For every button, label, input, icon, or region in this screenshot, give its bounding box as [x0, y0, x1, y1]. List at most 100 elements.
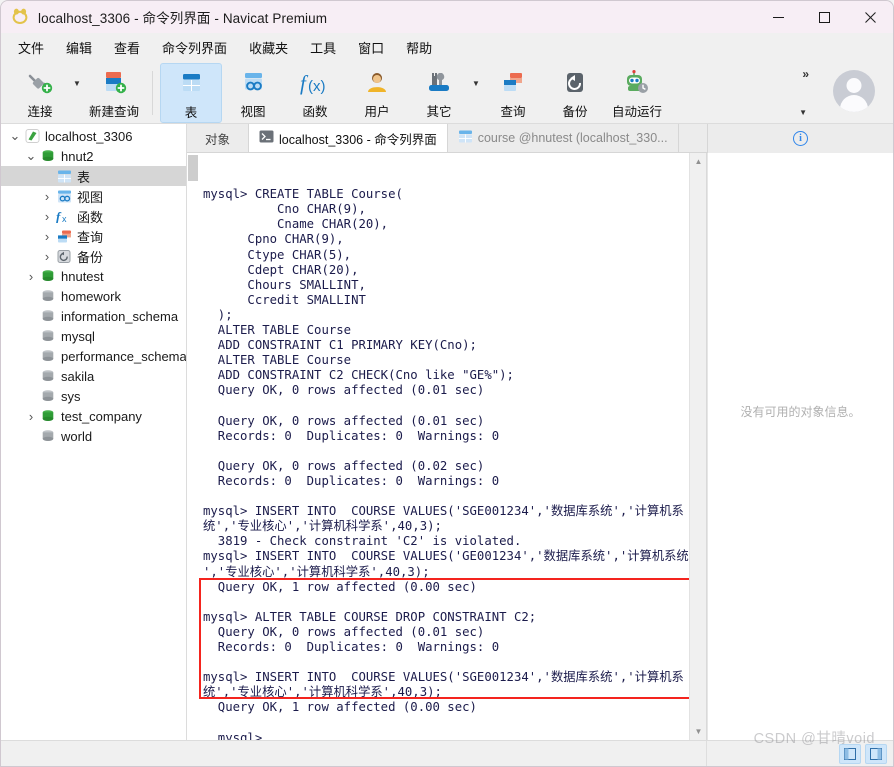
toolbar-overflow-caret-icon[interactable]: ▼ [799, 108, 807, 117]
maximize-button[interactable] [801, 1, 847, 33]
menu-favorites[interactable]: 收藏夹 [238, 34, 299, 61]
status-bar-left [1, 741, 707, 766]
console-line: 3819 - Check constraint 'C2' is violated… [203, 534, 522, 549]
tree-item-[interactable]: 表 [1, 166, 186, 186]
tab-course-table[interactable]: course @hnutest (localhost_330... [447, 124, 679, 152]
console-vertical-scrollbar[interactable]: ▲ ▼ [689, 153, 706, 740]
toolbar-table-button[interactable]: 表 [160, 63, 222, 123]
status-bar [1, 740, 893, 766]
tree-item-label: test_company [61, 408, 142, 424]
chevron-right-icon[interactable]: › [39, 249, 55, 264]
tree-item-label: 查询 [77, 229, 104, 245]
toolbar-connection-button[interactable]: 连接 [9, 63, 71, 123]
tree-item-information_schema[interactable]: information_schema [1, 306, 186, 326]
console-line: mysql> ALTER TABLE COURSE DROP CONSTRAIN… [203, 609, 537, 624]
other-dropdown-caret-icon[interactable]: ▼ [470, 63, 482, 123]
panel-toggle-right[interactable] [865, 743, 887, 764]
menu-edit[interactable]: 编辑 [55, 34, 103, 61]
menu-window[interactable]: 窗口 [347, 34, 395, 61]
console-line: ALTER TABLE Course [203, 353, 352, 368]
tab-objects[interactable]: 对象 [187, 124, 249, 152]
console-line: Query OK, 0 rows affected (0.01 sec) [203, 624, 485, 639]
tree-item-sys[interactable]: sys [1, 386, 186, 406]
tree-item-label: sakila [61, 368, 95, 384]
menu-tools[interactable]: 工具 [299, 34, 347, 61]
console-line: Query OK, 1 row affected (0.00 sec) [203, 700, 477, 715]
console-line: Chours SMALLINT, [203, 277, 366, 292]
view-icon [55, 190, 73, 203]
title-bar: localhost_3306 - 命令列界面 - Navicat Premium [1, 1, 893, 33]
menu-view[interactable]: 查看 [103, 34, 151, 61]
panel-toggle-left[interactable] [839, 743, 861, 764]
console-line: mysql> INSERT INTO COURSE VALUES('GE0012… [203, 549, 689, 564]
object-info-empty-message: 没有可用的对象信息。 [740, 405, 861, 419]
tree-item-homework[interactable]: homework [1, 286, 186, 306]
tab-console[interactable]: localhost_3306 - 命令列界面 [249, 124, 448, 152]
toolbar-user-button[interactable]: 用户 [346, 63, 408, 123]
user-icon [363, 68, 391, 98]
database-green-icon [39, 269, 57, 283]
table-icon [55, 170, 73, 183]
console-line: 统','专业核心','计算机科学系',40,3); [203, 685, 442, 700]
sidebar-scrollbar[interactable] [1, 124, 7, 740]
chevron-right-icon[interactable]: › [39, 229, 55, 244]
tree-item-localhost_3306[interactable]: ⌄ localhost_3306 [1, 126, 186, 146]
tab-console-label: localhost_3306 - 命令列界面 [279, 132, 437, 147]
console-line: Records: 0 Duplicates: 0 Warnings: 0 [203, 428, 500, 443]
chevron-right-icon[interactable]: › [39, 209, 55, 224]
toolbar-query-button[interactable]: 查询 [482, 63, 544, 123]
navicat-connection-icon [23, 129, 41, 143]
scroll-up-arrow-icon[interactable]: ▲ [690, 153, 707, 170]
toolbar-automation-button[interactable]: 自动运行 [606, 63, 668, 123]
console-line: Query OK, 1 row affected (0.00 sec) [203, 579, 477, 594]
table-icon [177, 69, 205, 99]
toolbar-other-button[interactable]: 其它 [408, 63, 470, 123]
tree-item-label: world [61, 428, 93, 444]
backup-restore-icon [561, 68, 589, 98]
connection-dropdown-caret-icon[interactable]: ▼ [71, 63, 83, 123]
console-line: Records: 0 Duplicates: 0 Warnings: 0 [203, 473, 500, 488]
tab-bar: 对象 localhost_3306 - 命令列界面 course @hnutes… [187, 124, 893, 153]
close-button[interactable] [847, 1, 893, 33]
info-icon[interactable]: i [793, 131, 808, 146]
tree-item-world[interactable]: world [1, 426, 186, 446]
menu-help[interactable]: 帮助 [395, 34, 443, 61]
minimize-button[interactable] [755, 1, 801, 33]
tree-item-mysql[interactable]: mysql [1, 326, 186, 346]
scroll-down-arrow-icon[interactable]: ▼ [690, 723, 707, 740]
tree-item-label: localhost_3306 [45, 128, 133, 144]
tree-item-hnut2[interactable]: ⌄ hnut2 [1, 146, 186, 166]
tree-item-[interactable]: › 查询 [1, 226, 186, 246]
console-line: Ccredit SMALLINT [203, 292, 366, 307]
console-left-scroll-thumb[interactable] [188, 155, 198, 181]
console-left-scrollbar[interactable] [187, 153, 199, 740]
chevron-right-icon[interactable]: › [23, 409, 39, 424]
toolbar-backup-button[interactable]: 备份 [544, 63, 606, 123]
tree-item-sakila[interactable]: sakila [1, 366, 186, 386]
object-tree-sidebar[interactable]: ⌄ localhost_3306 ⌄ hnut2 表 › 视图 › f x 函数 › 查询 › 备份 › hnu… [1, 124, 187, 740]
tree-item-[interactable]: › 备份 [1, 246, 186, 266]
menu-file[interactable]: 文件 [7, 34, 55, 61]
toolbar-overflow-icon[interactable]: » [802, 67, 809, 81]
info-panel-header: i [707, 124, 893, 153]
console-line: ','专业核心','计算机科学系',40,3); [203, 564, 430, 579]
console-icon [259, 130, 274, 146]
toolbar-new-query-button[interactable]: 新建查询 [83, 63, 145, 123]
menu-console[interactable]: 命令列界面 [151, 34, 238, 61]
toolbar-view-button[interactable]: 视图 [222, 63, 284, 123]
toolbar-function-button[interactable]: f (x) 函数 [284, 63, 346, 123]
chevron-right-icon[interactable]: › [23, 269, 39, 284]
tools-wrench-icon [424, 68, 454, 98]
tree-item-hnutest[interactable]: › hnutest [1, 266, 186, 286]
chevron-right-icon[interactable]: › [39, 189, 55, 204]
tree-item-[interactable]: › 视图 [1, 186, 186, 206]
tree-item-test_company[interactable]: › test_company [1, 406, 186, 426]
tree-item-performance_schema[interactable]: performance_schema [1, 346, 186, 366]
console-line: Ctype CHAR(5), [203, 247, 352, 262]
tree-item-label: sys [61, 388, 81, 404]
console-output[interactable]: mysql> CREATE TABLE Course( Cno CHAR(9),… [199, 153, 689, 740]
function-icon: f (x) [298, 68, 332, 98]
tree-item-[interactable]: › f x 函数 [1, 206, 186, 226]
avatar[interactable] [833, 70, 875, 112]
